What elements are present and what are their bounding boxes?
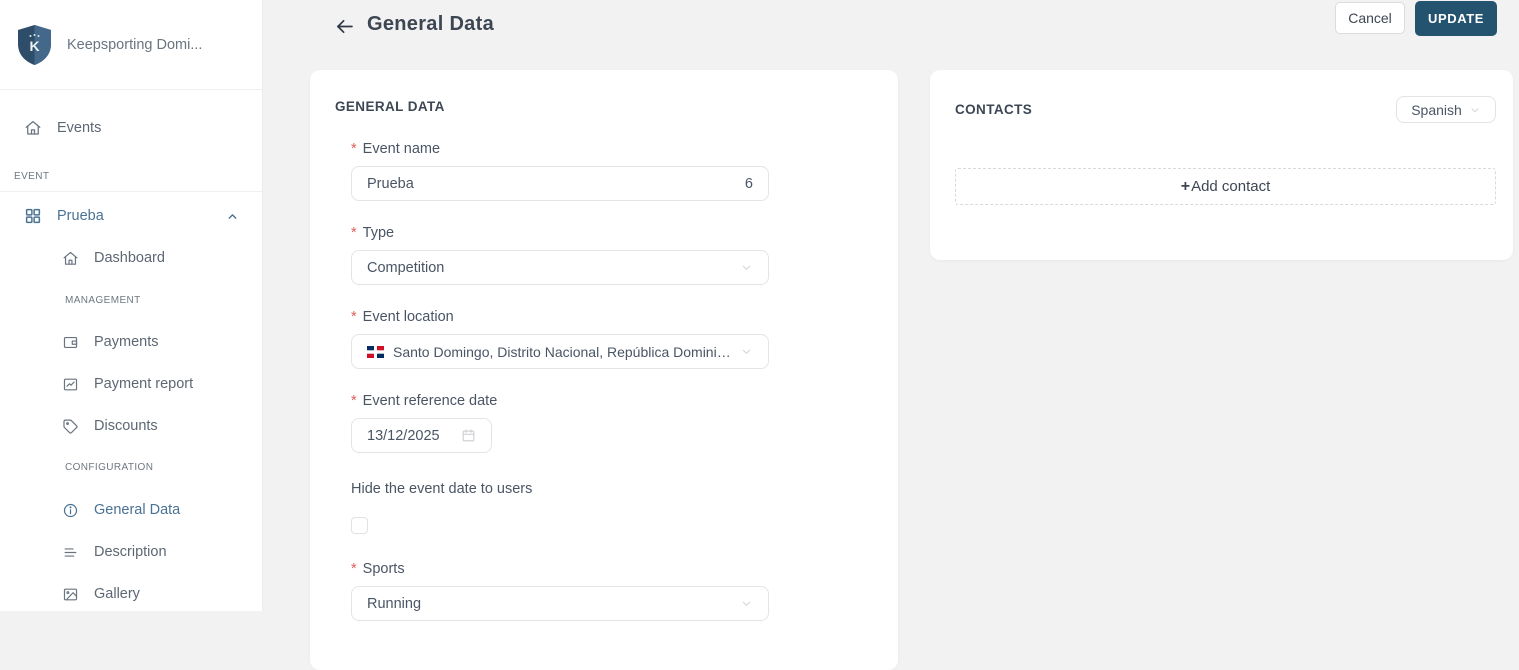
- contacts-card-title: CONTACTS: [955, 102, 1033, 117]
- sports-select[interactable]: Running: [351, 586, 769, 621]
- update-button[interactable]: UPDATE: [1415, 1, 1497, 36]
- contact-language-value: Spanish: [1411, 101, 1462, 118]
- sidebar-section-management: MANAGEMENT: [65, 295, 141, 306]
- sidebar-section-configuration: CONFIGURATION: [65, 462, 154, 473]
- brand-shield-icon: K: [18, 25, 51, 65]
- sidebar: K Keepsporting Domi... Events EVENT Prue…: [0, 0, 263, 611]
- event-reference-date-input[interactable]: 13/12/2025: [351, 418, 492, 453]
- sidebar-item-events[interactable]: Events: [0, 117, 262, 139]
- sidebar-item-general-data[interactable]: General Data: [0, 499, 262, 521]
- sidebar-item-dashboard[interactable]: Dashboard: [0, 247, 262, 269]
- sidebar-item-label: Prueba: [57, 208, 104, 224]
- general-data-card-title: GENERAL DATA: [335, 99, 445, 114]
- chevron-up-icon[interactable]: [227, 211, 238, 222]
- chevron-down-icon: [740, 597, 753, 610]
- type-value: Competition: [367, 259, 445, 276]
- sidebar-item-label: Dashboard: [94, 250, 165, 266]
- event-name-label: * Event name: [351, 141, 441, 157]
- home-icon: [24, 119, 42, 137]
- wallet-icon: [62, 334, 79, 351]
- chart-icon: [62, 376, 79, 393]
- tag-icon: [62, 418, 79, 435]
- required-marker: *: [351, 309, 357, 325]
- sidebar-item-payment-report[interactable]: Payment report: [0, 373, 262, 395]
- event-location-select[interactable]: Santo Domingo, Distrito Nacional, Repúbl…: [351, 334, 769, 369]
- sidebar-item-label: Discounts: [94, 418, 158, 434]
- sidebar-item-description[interactable]: Description: [0, 541, 262, 563]
- home-icon: [62, 250, 79, 267]
- page-title: General Data: [367, 13, 494, 35]
- sidebar-item-payments[interactable]: Payments: [0, 331, 262, 353]
- info-icon: [62, 502, 79, 519]
- character-counter: 6: [744, 175, 753, 192]
- text-lines-icon: [62, 544, 79, 561]
- image-icon: [62, 586, 79, 603]
- cancel-button[interactable]: Cancel: [1335, 2, 1405, 34]
- sports-label: * Sports: [351, 561, 405, 577]
- event-name-value: Prueba: [367, 175, 414, 192]
- brand-name: Keepsporting Domi...: [67, 37, 203, 53]
- sports-value: Running: [367, 595, 422, 612]
- grid-icon: [24, 207, 42, 225]
- chevron-down-icon: [740, 345, 753, 358]
- plus-icon: +: [1180, 177, 1191, 195]
- general-data-card: GENERAL DATA * Event name Prueba 6 * Typ…: [310, 70, 898, 670]
- sidebar-item-gallery[interactable]: Gallery: [0, 583, 262, 605]
- chevron-down-icon: [1469, 104, 1481, 116]
- brand-logo-row[interactable]: K Keepsporting Domi...: [0, 0, 262, 89]
- contacts-card: CONTACTS Spanish + Add contact: [930, 70, 1513, 260]
- calendar-icon: [461, 428, 476, 443]
- chevron-down-icon: [740, 261, 753, 274]
- back-arrow-icon[interactable]: [334, 16, 355, 37]
- required-marker: *: [351, 393, 357, 409]
- sidebar-divider: [0, 191, 262, 192]
- sidebar-item-label: General Data: [94, 502, 181, 518]
- type-select[interactable]: Competition: [351, 250, 769, 285]
- contact-language-select[interactable]: Spanish: [1396, 96, 1496, 123]
- sidebar-item-discounts[interactable]: Discounts: [0, 415, 262, 437]
- sidebar-item-label: Payment report: [94, 376, 194, 392]
- svg-text:K: K: [29, 38, 39, 54]
- sidebar-item-label: Payments: [94, 334, 159, 350]
- required-marker: *: [351, 141, 357, 157]
- sidebar-divider: [0, 89, 262, 90]
- sidebar-item-label: Gallery: [94, 586, 140, 602]
- event-location-label: * Event location: [351, 309, 454, 325]
- hide-event-date-checkbox[interactable]: [351, 517, 368, 534]
- sidebar-item-label: Events: [57, 120, 102, 136]
- sidebar-item-prueba[interactable]: Prueba: [0, 205, 262, 227]
- add-contact-label: Add contact: [1191, 178, 1271, 195]
- add-contact-button[interactable]: + Add contact: [955, 168, 1496, 205]
- sidebar-section-event: EVENT: [14, 171, 50, 182]
- dominican-republic-flag-icon: [367, 345, 384, 358]
- event-name-input[interactable]: Prueba 6: [351, 166, 769, 201]
- required-marker: *: [351, 225, 357, 241]
- event-location-value: Santo Domingo, Distrito Nacional, Repúbl…: [393, 343, 732, 360]
- required-marker: *: [351, 561, 357, 577]
- event-reference-date-value: 13/12/2025: [367, 427, 440, 444]
- sidebar-item-label: Description: [94, 544, 167, 560]
- hide-event-date-label: Hide the event date to users: [351, 481, 533, 497]
- type-label: * Type: [351, 225, 395, 241]
- event-reference-date-label: * Event reference date: [351, 393, 498, 409]
